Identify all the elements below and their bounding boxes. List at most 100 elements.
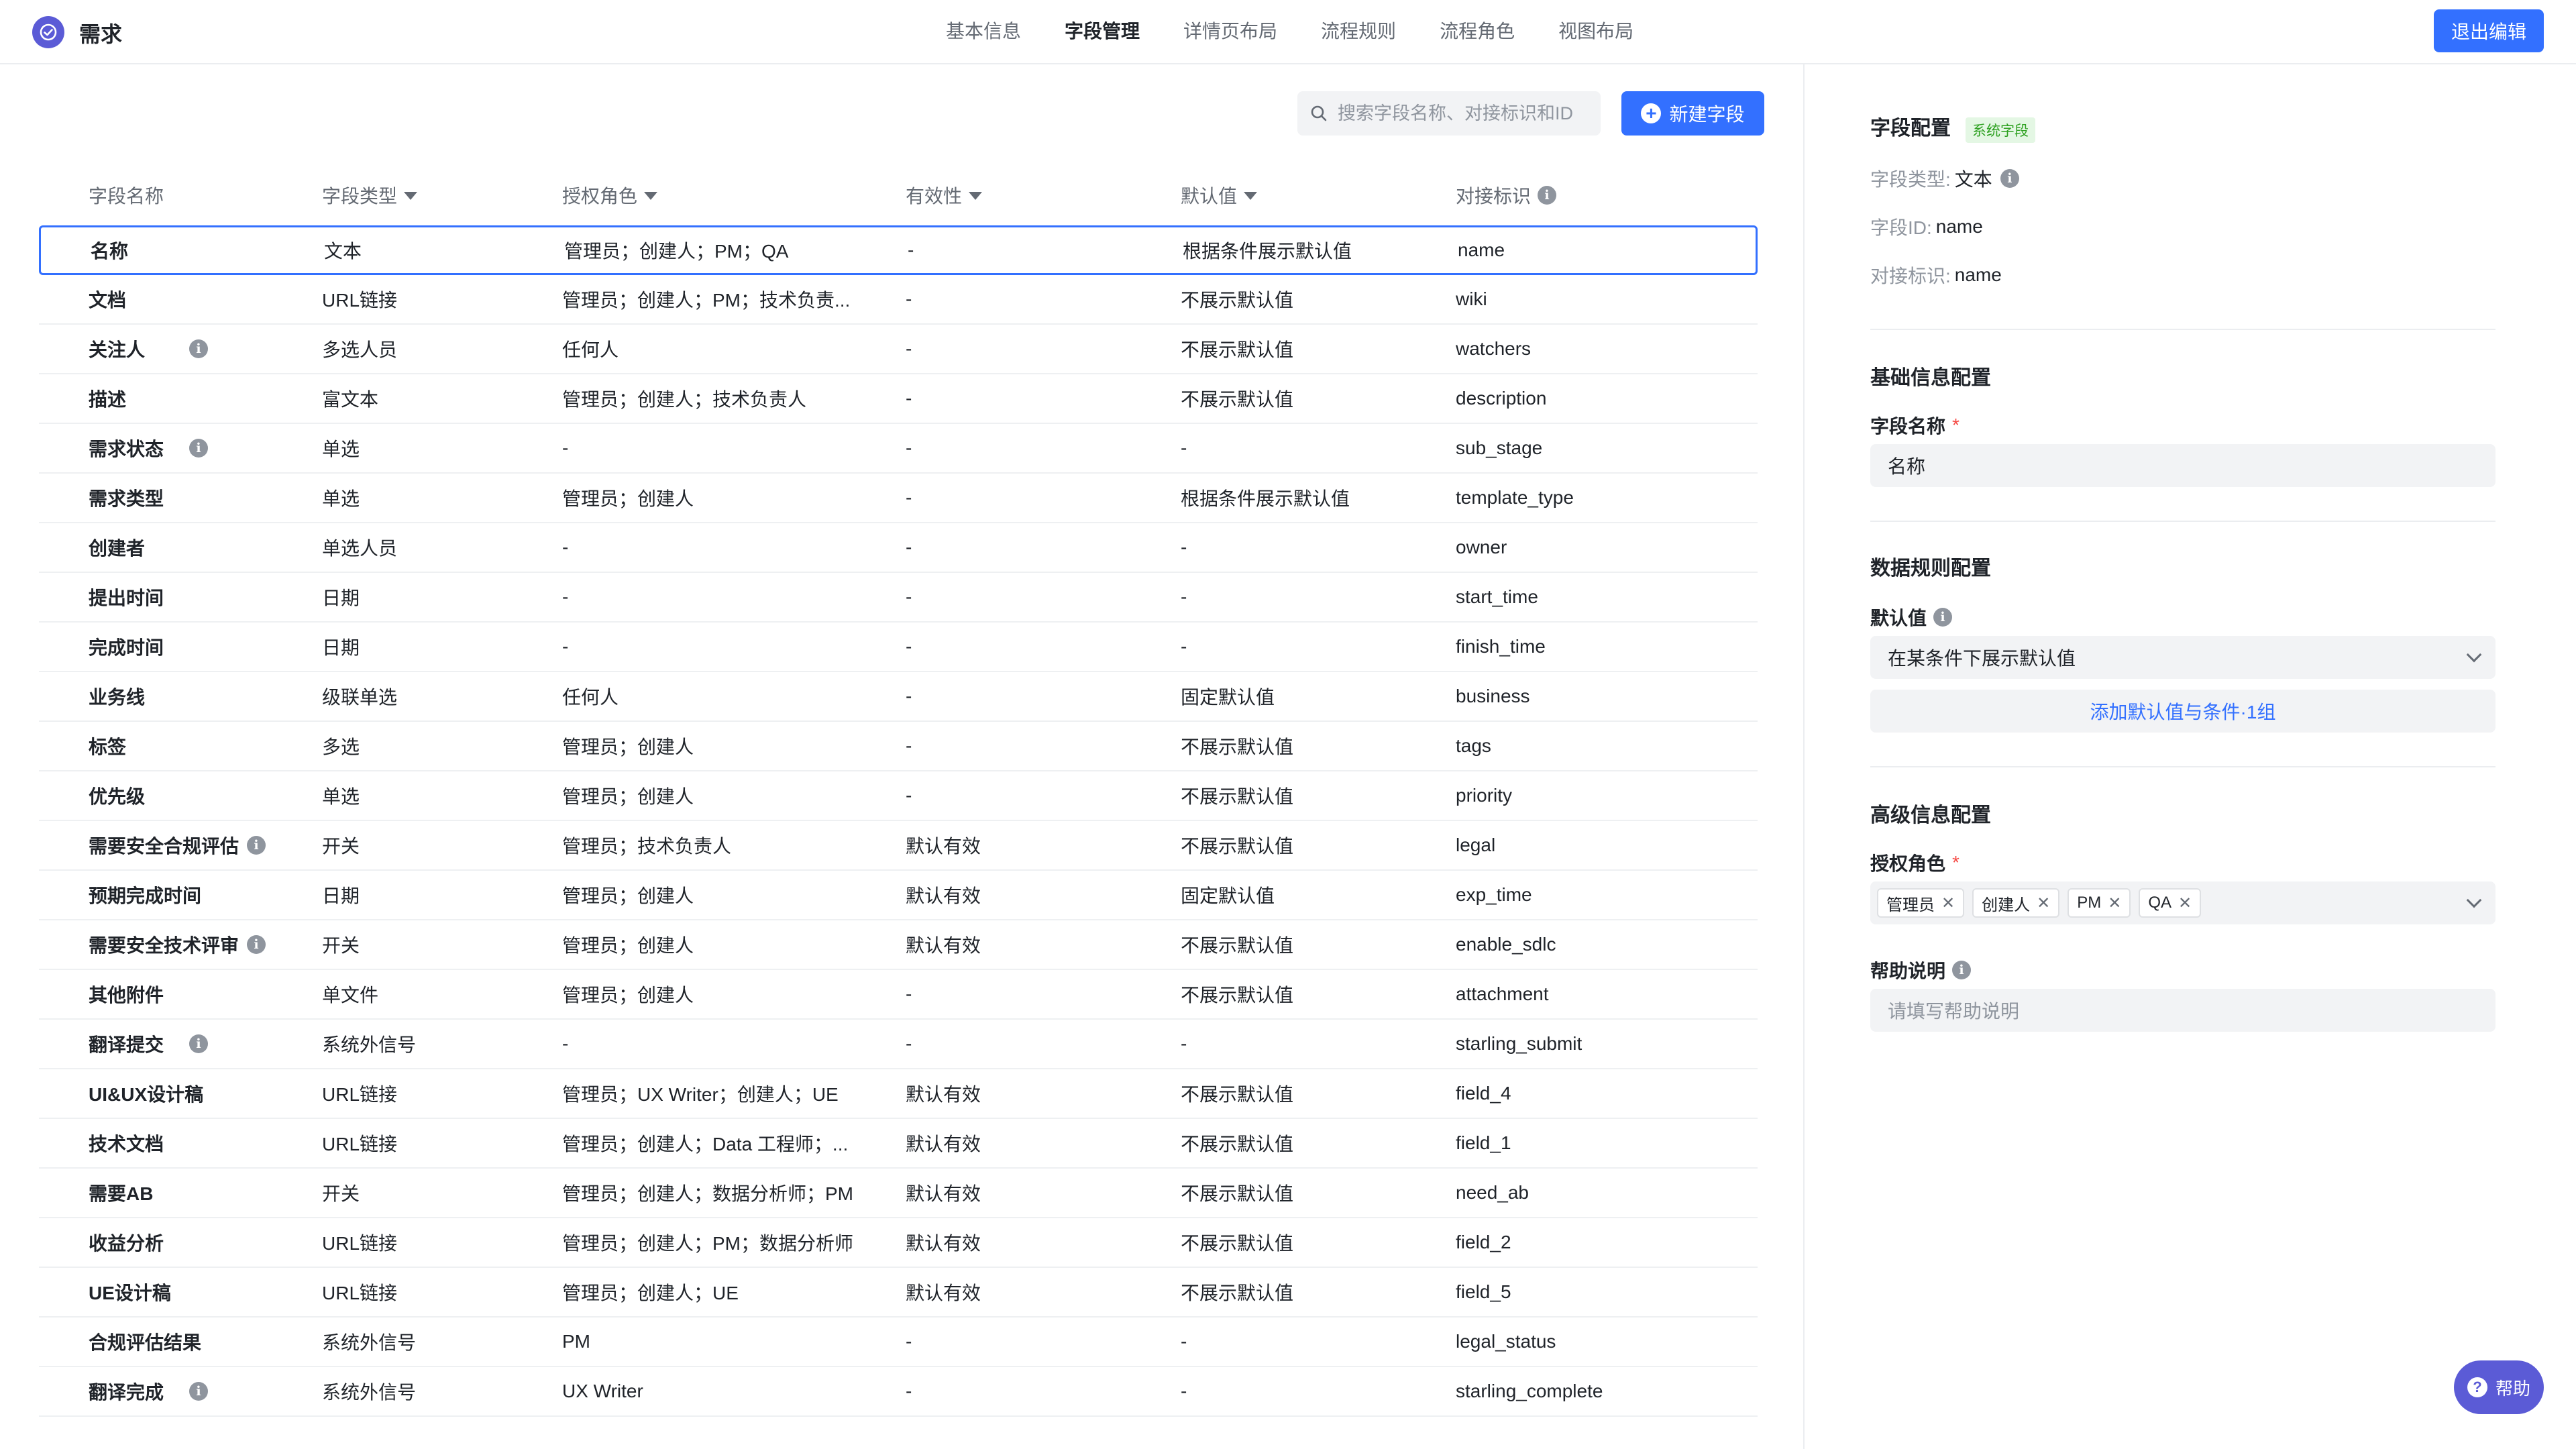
cell-key: legal_status xyxy=(1456,1331,1556,1352)
filter-icon[interactable] xyxy=(969,192,983,200)
table-row[interactable]: 需求状态 i 单选 - - - sub_stage xyxy=(39,424,1758,474)
remove-tag-icon[interactable]: ✕ xyxy=(1941,894,1955,913)
basic-config-title: 基础信息配置 xyxy=(1870,367,1991,389)
info-icon[interactable]: i xyxy=(2000,169,2019,188)
tab-flow-rules[interactable]: 流程规则 xyxy=(1321,0,1396,64)
tab-view-layout[interactable]: 视图布局 xyxy=(1558,0,1633,64)
cell-key: enable_sdlc xyxy=(1456,934,1556,955)
table-row[interactable]: 收益分析 URL链接 管理员；创建人；PM；数据分析师 默认有效 不展示默认值 field… xyxy=(39,1218,1758,1268)
cell-key: template_type xyxy=(1456,487,1574,508)
info-icon[interactable]: i xyxy=(1538,186,1557,205)
filter-icon[interactable] xyxy=(644,192,658,200)
cell-field-name: 需要AB xyxy=(89,1183,154,1204)
remove-tag-icon[interactable]: ✕ xyxy=(2037,894,2050,913)
info-icon[interactable]: i xyxy=(247,935,266,954)
info-icon[interactable]: i xyxy=(1933,608,1953,627)
top-bar: 需求 基本信息 字段管理 详情页布局 流程规则 流程角色 视图布局 退出编辑 xyxy=(0,0,2576,64)
remove-tag-icon[interactable]: ✕ xyxy=(2178,894,2192,913)
table-row[interactable]: 翻译提交 i 系统外信号 - - - starling_submit xyxy=(39,1020,1758,1069)
roles-label: 授权角色 * xyxy=(1870,852,1960,874)
filter-icon[interactable] xyxy=(404,192,418,200)
table-row[interactable]: 预期完成时间 日期 管理员；创建人 默认有效 固定默认值 exp_time xyxy=(39,871,1758,920)
role-tag: 创建人 ✕ xyxy=(1972,888,2060,918)
table-row[interactable]: 需要安全合规评估 i 开关 管理员；技术负责人 默认有效 不展示默认值 legal xyxy=(39,821,1758,871)
table-row[interactable]: UI&UX设计稿 URL链接 管理员；UX Writer；创建人；UE 默认有效 不展示… xyxy=(39,1069,1758,1119)
table-row[interactable]: 标签 多选 管理员；创建人 - 不展示默认值 tags xyxy=(39,722,1758,771)
cell-field-type: 文本 xyxy=(324,241,362,262)
table-row[interactable]: 业务线 级联单选 任何人 - 固定默认值 business xyxy=(39,672,1758,722)
info-icon[interactable]: i xyxy=(189,1382,208,1401)
divider xyxy=(1870,766,2496,767)
cell-roles: 管理员；创建人；PM；QA xyxy=(564,241,789,262)
table-row[interactable]: 优先级 单选 管理员；创建人 - 不展示默认值 priority xyxy=(39,771,1758,821)
info-icon[interactable]: i xyxy=(189,1034,208,1053)
cell-field-name: 需要安全合规评估 i xyxy=(39,832,322,859)
cell-validity: - xyxy=(906,983,912,1004)
table-row[interactable]: 其他附件 单文件 管理员；创建人 - 不展示默认值 attachment xyxy=(39,970,1758,1020)
exit-edit-button[interactable]: 退出编辑 xyxy=(2434,9,2544,52)
tab-field-management[interactable]: 字段管理 xyxy=(1065,0,1140,64)
table-row[interactable]: 提出时间 日期 - - - start_time xyxy=(39,573,1758,623)
info-icon[interactable]: i xyxy=(1952,961,1972,979)
table-row[interactable]: 文档 URL链接 管理员；创建人；PM；技术负责... - 不展示默认值 wiki xyxy=(39,275,1758,325)
tab-flow-roles[interactable]: 流程角色 xyxy=(1440,0,1515,64)
remove-tag-icon[interactable]: ✕ xyxy=(2108,894,2121,913)
app-title: 需求 xyxy=(79,22,123,46)
roles-select[interactable]: 管理员 ✕ 创建人 ✕ PM ✕ QA ✕ xyxy=(1870,881,2496,924)
help-text-input[interactable]: 请填写帮助说明 xyxy=(1870,989,2496,1032)
col-field-type[interactable]: 字段类型 xyxy=(322,182,562,209)
cell-field-type: 系统外信号 xyxy=(322,1332,417,1353)
table-row[interactable]: 合规评估结果 系统外信号 PM - - legal_status xyxy=(39,1318,1758,1367)
table-row[interactable]: 完成时间 日期 - - - finish_time xyxy=(39,623,1758,672)
info-icon[interactable]: i xyxy=(189,439,208,458)
table-row[interactable]: 需求类型 单选 管理员；创建人 - 根据条件展示默认值 template_type xyxy=(39,474,1758,523)
cell-field-name: 翻译提交 i xyxy=(39,1030,322,1057)
info-icon[interactable]: i xyxy=(247,836,266,855)
col-default[interactable]: 默认值 xyxy=(1181,182,1456,209)
cell-validity: - xyxy=(906,735,912,756)
table-row[interactable]: 关注人 i 多选人员 任何人 - 不展示默认值 watchers xyxy=(39,325,1758,374)
cell-field-type: 单选 xyxy=(322,439,360,460)
table-row[interactable]: 翻译完成 i 系统外信号 UX Writer - - starling_complete xyxy=(39,1367,1758,1417)
tab-detail-layout[interactable]: 详情页布局 xyxy=(1183,0,1277,64)
new-field-button[interactable]: + 新建字段 xyxy=(1621,91,1764,136)
search-box[interactable] xyxy=(1297,91,1601,136)
cell-field-type: 日期 xyxy=(322,588,360,608)
table-header: 字段名称 字段类型 授权角色 有效性 默认值 对接标识 i xyxy=(39,165,1758,225)
table-row[interactable]: 需要安全技术评审 i 开关 管理员；创建人 默认有效 不展示默认值 enable_sdlc xyxy=(39,920,1758,970)
table-row[interactable]: 名称 文本 管理员；创建人；PM；QA - 根据条件展示默认值 name xyxy=(39,225,1758,275)
cell-field-name: UI&UX设计稿 xyxy=(89,1084,204,1105)
cell-field-name: 预期完成时间 xyxy=(89,885,202,906)
col-roles[interactable]: 授权角色 xyxy=(562,182,906,209)
search-input[interactable] xyxy=(1338,103,1593,124)
field-name-input[interactable]: 名称 xyxy=(1870,444,2496,487)
cell-roles: PM xyxy=(562,1331,590,1352)
cell-roles: 任何人 xyxy=(562,687,619,708)
cell-field-type: URL链接 xyxy=(322,1233,398,1254)
table-row[interactable]: UE设计稿 URL链接 管理员；创建人；UE 默认有效 不展示默认值 field_5 xyxy=(39,1268,1758,1318)
tab-basic-info[interactable]: 基本信息 xyxy=(946,0,1021,64)
field-config-panel: 字段配置 系统字段 字段类型: 文本 i 字段ID: name 对接标识: name 基… xyxy=(1803,64,2576,1449)
cell-field-name: 收益分析 xyxy=(89,1233,164,1254)
cell-roles: - xyxy=(562,437,569,458)
info-icon[interactable]: i xyxy=(189,339,208,358)
cell-validity: 默认有效 xyxy=(906,1183,981,1204)
add-condition-button[interactable]: 添加默认值与条件·1组 xyxy=(1870,690,2496,733)
cell-default: - xyxy=(1181,1381,1187,1401)
table-row[interactable]: 创建者 单选人员 - - - owner xyxy=(39,523,1758,573)
table-row[interactable]: 技术文档 URL链接 管理员；创建人；Data 工程师；... 默认有效 不展示默认值 f… xyxy=(39,1119,1758,1169)
filter-icon[interactable] xyxy=(1244,192,1258,200)
table-row[interactable]: 描述 富文本 管理员；创建人；技术负责人 - 不展示默认值 description xyxy=(39,374,1758,424)
default-value-select[interactable]: 在某条件下展示默认值 xyxy=(1870,636,2496,679)
cell-default: - xyxy=(1181,1033,1187,1054)
field-name-label: 字段名称 * xyxy=(1870,415,1960,437)
app-logo-icon[interactable] xyxy=(32,16,64,48)
chevron-down-icon xyxy=(2466,892,2482,908)
field-table: 字段名称 字段类型 授权角色 有效性 默认值 对接标识 i 名称 文本 管理员；创建人… xyxy=(39,165,1758,1417)
col-validity[interactable]: 有效性 xyxy=(906,182,1181,209)
cell-key: start_time xyxy=(1456,586,1538,607)
cell-roles: - xyxy=(562,1033,569,1054)
table-row[interactable]: 需要AB 开关 管理员；创建人；数据分析师；PM 默认有效 不展示默认值 need_ab xyxy=(39,1169,1758,1218)
role-tag-list: 管理员 ✕ 创建人 ✕ PM ✕ QA ✕ xyxy=(1870,888,2202,918)
help-button[interactable]: ? 帮助 xyxy=(2454,1360,2544,1414)
